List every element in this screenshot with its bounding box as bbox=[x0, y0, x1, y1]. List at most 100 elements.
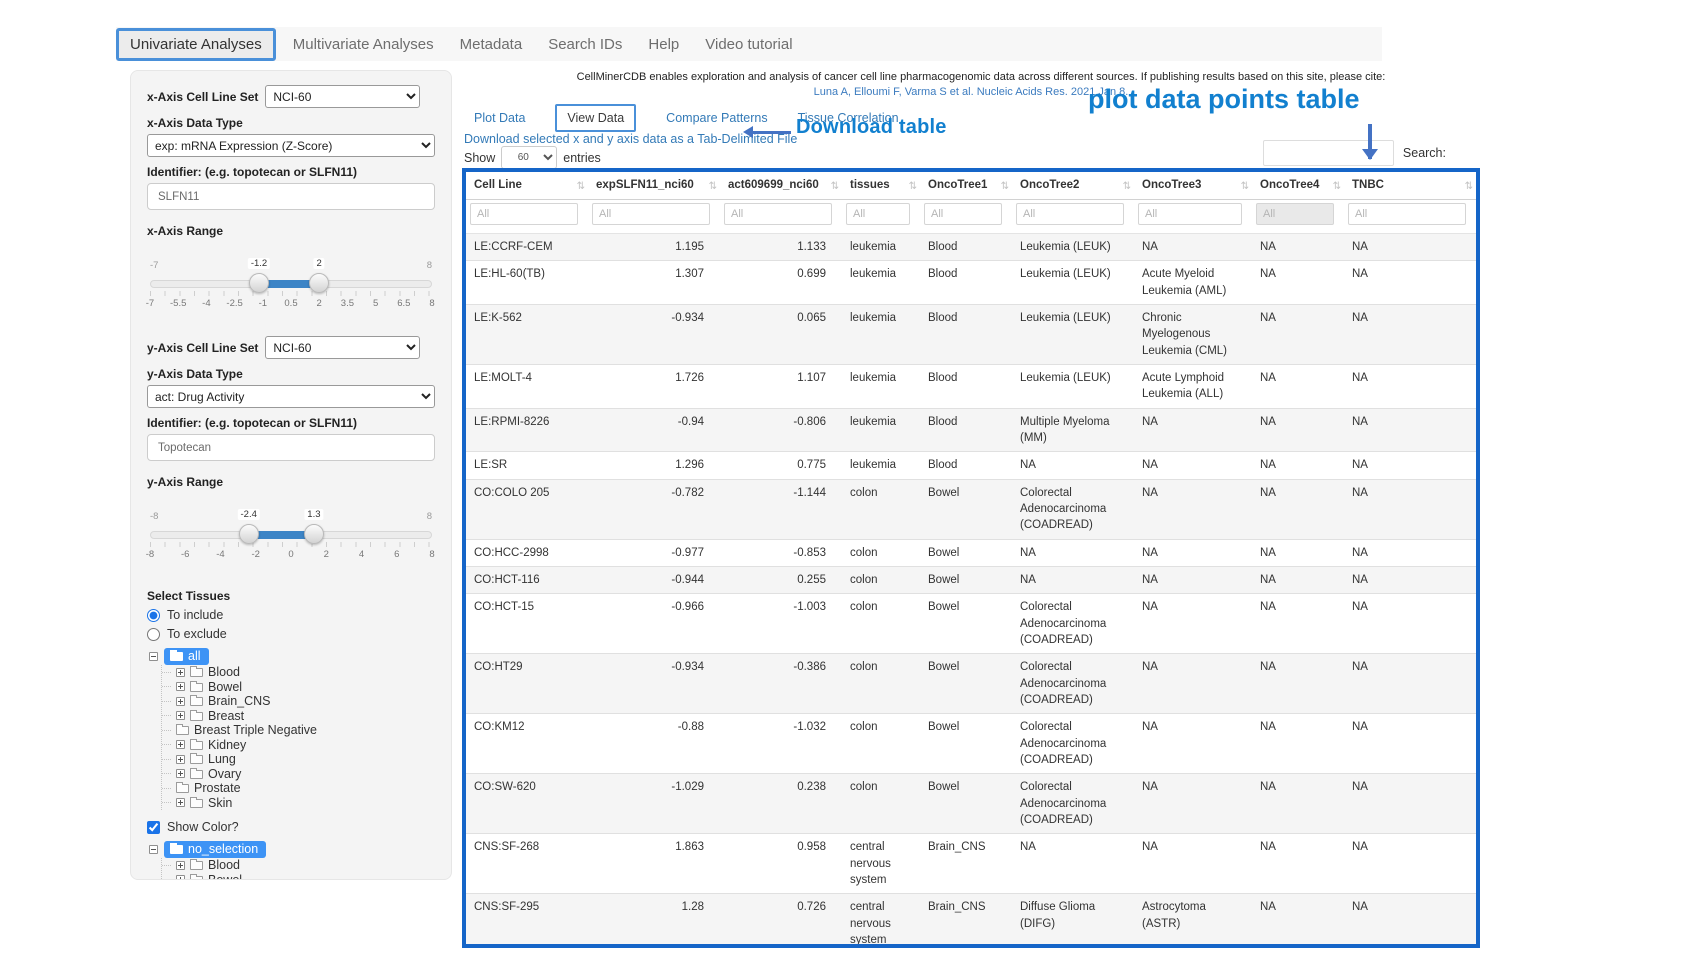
sort-icon[interactable]: ⇅ bbox=[709, 181, 717, 192]
nav-tab-help[interactable]: Help bbox=[635, 30, 692, 59]
cell: 1.296 bbox=[588, 452, 720, 479]
table-row[interactable]: LE:CCRF-CEM1.1951.133leukemiaBloodLeukem… bbox=[466, 234, 1476, 261]
expand-icon[interactable] bbox=[176, 861, 185, 870]
column-header-cell-line[interactable]: Cell Line⇅ bbox=[466, 172, 588, 200]
table-row[interactable]: LE:MOLT-41.7261.107leukemiaBloodLeukemia… bbox=[466, 364, 1476, 408]
tree-item-label[interactable]: Bowel bbox=[208, 680, 242, 694]
y-axis-range-slider[interactable]: -88-2.41.3-8-6-4-202468 bbox=[150, 511, 432, 565]
tree-item-label[interactable]: Blood bbox=[208, 858, 240, 872]
expand-icon[interactable] bbox=[176, 697, 185, 706]
table-row[interactable]: CNS:SF-2951.280.726central nervous syste… bbox=[466, 894, 1476, 948]
collapse-icon[interactable] bbox=[149, 652, 158, 661]
sort-icon[interactable]: ⇅ bbox=[1465, 181, 1473, 192]
tissue-include-radio-row[interactable]: To include bbox=[147, 608, 435, 622]
table-row[interactable]: CO:HT29-0.934-0.386colonBowelColorectal … bbox=[466, 654, 1476, 714]
tree-root-no-selection[interactable]: no_selection bbox=[164, 841, 266, 858]
slider-handle-from[interactable] bbox=[239, 524, 259, 544]
tree-item-label[interactable]: Skin bbox=[208, 796, 232, 810]
table-row[interactable]: CO:HCT-15-0.966-1.003colonBowelColorecta… bbox=[466, 594, 1476, 654]
column-header-oncotree1[interactable]: OncoTree1⇅ bbox=[920, 172, 1012, 200]
tree-item-label[interactable]: Kidney bbox=[208, 738, 246, 752]
y-cell-line-set-select[interactable]: NCI-60 bbox=[265, 336, 420, 359]
column-header-expslfn11-nci60[interactable]: expSLFN11_nci60⇅ bbox=[588, 172, 720, 200]
tree-item-label[interactable]: Brain_CNS bbox=[208, 694, 271, 708]
column-filter-input-oncotree2[interactable] bbox=[1016, 203, 1124, 225]
sort-icon[interactable]: ⇅ bbox=[1241, 181, 1249, 192]
entries-count-select[interactable]: 60 bbox=[501, 146, 557, 169]
column-filter-input-tnbc[interactable] bbox=[1348, 203, 1466, 225]
y-data-type-select[interactable]: act: Drug Activity bbox=[147, 385, 435, 408]
x-data-type-select[interactable]: exp: mRNA Expression (Z-Score) bbox=[147, 134, 435, 157]
column-filter-input-expslfn11-nci60[interactable] bbox=[592, 203, 710, 225]
table-row[interactable]: CNS:SF-2681.8630.958central nervous syst… bbox=[466, 834, 1476, 894]
tree-item-label[interactable]: Blood bbox=[208, 665, 240, 679]
column-header-tnbc[interactable]: TNBC⇅ bbox=[1344, 172, 1476, 200]
column-filter-input-oncotree1[interactable] bbox=[924, 203, 1002, 225]
tab-compare-patterns[interactable]: Compare Patterns bbox=[666, 111, 767, 125]
tree-item-label[interactable]: Bowel bbox=[208, 873, 242, 880]
expand-icon[interactable] bbox=[176, 875, 185, 880]
expand-icon[interactable] bbox=[176, 668, 185, 677]
expand-icon[interactable] bbox=[176, 682, 185, 691]
column-header-act609699-nci60[interactable]: act609699_nci60⇅ bbox=[720, 172, 842, 200]
y-identifier-input[interactable] bbox=[147, 434, 435, 461]
table-row[interactable]: CO:KM12-0.88-1.032colonBowelColorectal A… bbox=[466, 714, 1476, 774]
expand-icon[interactable] bbox=[176, 769, 185, 778]
x-cell-line-set-select[interactable]: NCI-60 bbox=[265, 85, 420, 108]
tab-plot-data[interactable]: Plot Data bbox=[474, 111, 525, 125]
table-row[interactable]: LE:SR1.2960.775leukemiaBloodNANANANA bbox=[466, 452, 1476, 479]
tree-item-label[interactable]: Lung bbox=[208, 752, 236, 766]
slider-handle-to[interactable] bbox=[304, 524, 324, 544]
nav-tab-univariate-analyses[interactable]: Univariate Analyses bbox=[116, 28, 276, 61]
nav-tab-metadata[interactable]: Metadata bbox=[447, 30, 536, 59]
table-row[interactable]: CO:HCC-2998-0.977-0.853colonBowelNANANAN… bbox=[466, 539, 1476, 566]
tree-item-label[interactable]: Breast Triple Negative bbox=[194, 723, 317, 737]
sort-icon[interactable]: ⇅ bbox=[1333, 181, 1341, 192]
tissue-exclude-radio-row[interactable]: To exclude bbox=[147, 627, 435, 641]
tree-item-label[interactable]: Prostate bbox=[194, 781, 241, 795]
tree-root-all[interactable]: all bbox=[164, 648, 209, 665]
tab-view-data[interactable]: View Data bbox=[555, 104, 636, 132]
column-filter-input-oncotree4[interactable] bbox=[1256, 203, 1334, 225]
tissue-exclude-radio[interactable] bbox=[147, 628, 160, 641]
sort-icon[interactable]: ⇅ bbox=[1123, 181, 1131, 192]
column-filter-input-act609699-nci60[interactable] bbox=[724, 203, 832, 225]
tree-item-label[interactable]: Ovary bbox=[208, 767, 241, 781]
table-row[interactable]: LE:RPMI-8226-0.94-0.806leukemiaBloodMult… bbox=[466, 408, 1476, 452]
sort-icon[interactable]: ⇅ bbox=[577, 181, 585, 192]
show-color-row[interactable]: Show Color? bbox=[147, 820, 435, 834]
slider-handle-to[interactable] bbox=[309, 273, 329, 293]
expand-icon[interactable] bbox=[176, 798, 185, 807]
table-row[interactable]: LE:K-562-0.9340.065leukemiaBloodLeukemia… bbox=[466, 304, 1476, 364]
table-row[interactable]: LE:HL-60(TB)1.3070.699leukemiaBloodLeuke… bbox=[466, 261, 1476, 305]
column-header-oncotree4[interactable]: OncoTree4⇅ bbox=[1252, 172, 1344, 200]
nav-tab-multivariate-analyses[interactable]: Multivariate Analyses bbox=[280, 30, 447, 59]
table-row[interactable]: CO:HCT-116-0.9440.255colonBowelNANANANA bbox=[466, 566, 1476, 593]
column-header-oncotree3[interactable]: OncoTree3⇅ bbox=[1134, 172, 1252, 200]
sort-icon[interactable]: ⇅ bbox=[831, 181, 839, 192]
expand-icon[interactable] bbox=[176, 711, 185, 720]
citation-text: CellMinerCDB enables exploration and ana… bbox=[422, 71, 1540, 83]
table-row[interactable]: CO:SW-620-1.0290.238colonBowelColorectal… bbox=[466, 774, 1476, 834]
show-color-checkbox[interactable] bbox=[147, 821, 160, 834]
table-row[interactable]: CO:COLO 205-0.782-1.144colonBowelColorec… bbox=[466, 479, 1476, 539]
expand-icon[interactable] bbox=[176, 755, 185, 764]
slider-handle-from[interactable] bbox=[249, 273, 269, 293]
expand-icon[interactable] bbox=[176, 740, 185, 749]
x-axis-range-slider[interactable]: -78-1.22-7-5.5-4-2.5-10.523.556.58 bbox=[150, 260, 432, 314]
column-header-oncotree2[interactable]: OncoTree2⇅ bbox=[1012, 172, 1134, 200]
tree-item-label[interactable]: Breast bbox=[208, 709, 244, 723]
tissue-include-radio[interactable] bbox=[147, 609, 160, 622]
cell: LE:CCRF-CEM bbox=[466, 234, 588, 261]
sort-icon[interactable]: ⇅ bbox=[1001, 181, 1009, 192]
column-filter-input-oncotree3[interactable] bbox=[1138, 203, 1242, 225]
column-header-tissues[interactable]: tissues⇅ bbox=[842, 172, 920, 200]
x-identifier-input[interactable] bbox=[147, 183, 435, 210]
nav-tab-search-ids[interactable]: Search IDs bbox=[535, 30, 635, 59]
column-filter-input-cell-line[interactable] bbox=[470, 203, 578, 225]
column-filter-input-tissues[interactable] bbox=[846, 203, 910, 225]
collapse-icon[interactable] bbox=[149, 845, 158, 854]
folder-icon bbox=[190, 876, 203, 880]
nav-tab-video-tutorial[interactable]: Video tutorial bbox=[692, 30, 805, 59]
sort-icon[interactable]: ⇅ bbox=[909, 181, 917, 192]
